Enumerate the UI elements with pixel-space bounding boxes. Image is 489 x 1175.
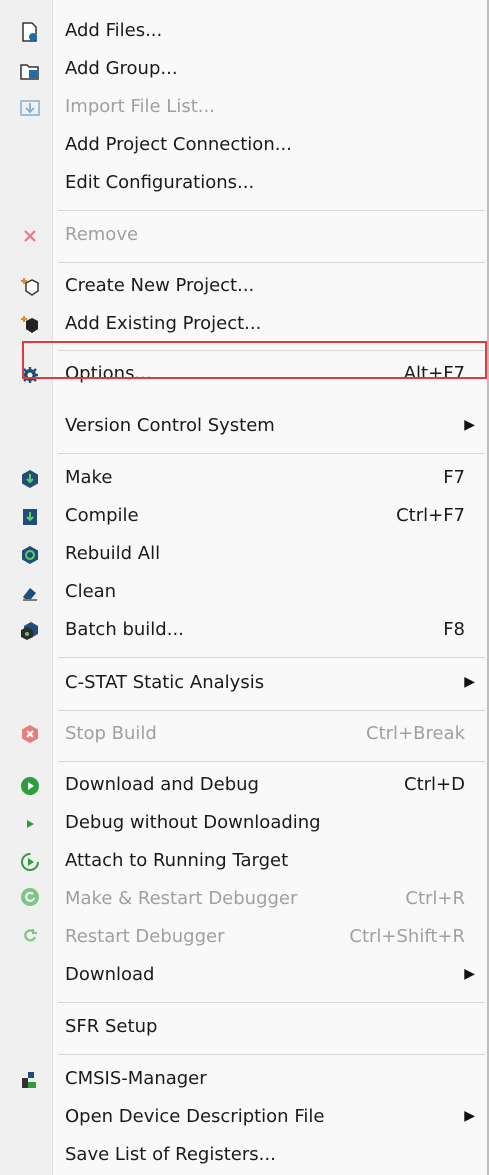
submenu-arrow-icon: ▶	[464, 1108, 475, 1124]
submenu-arrow-icon: ▶	[464, 966, 475, 982]
separator	[58, 262, 485, 263]
existing-project-icon	[20, 315, 40, 335]
menu-item-make-restart-debugger[interactable]: Make & Restart Debugger Ctrl+R	[0, 887, 487, 913]
cmsis-manager-label: CMSIS-Manager	[65, 1068, 207, 1089]
batch-build-shortcut: F8	[443, 619, 465, 640]
menu-item-remove[interactable]: Remove	[0, 223, 487, 249]
restart-debugger-label: Restart Debugger	[65, 926, 225, 947]
cmsis-icon	[20, 1070, 40, 1090]
separator	[58, 657, 485, 658]
edit-configurations-label: Edit Configurations...	[65, 172, 255, 193]
menu-item-create-new-project[interactable]: Create New Project...	[0, 274, 487, 300]
menu-item-debug-without-downloading[interactable]: Debug without Downloading	[0, 811, 487, 837]
make-icon	[20, 469, 40, 489]
sfr-setup-label: SFR Setup	[65, 1016, 158, 1037]
restart-debugger-shortcut: Ctrl+Shift+R	[349, 926, 465, 947]
add-group-label: Add Group...	[65, 58, 178, 79]
separator	[58, 453, 485, 454]
new-project-icon	[20, 277, 40, 297]
menu-item-clean[interactable]: Clean	[0, 580, 487, 606]
stop-build-shortcut: Ctrl+Break	[366, 723, 465, 744]
download-and-debug-label: Download and Debug	[65, 774, 259, 795]
add-group-icon	[20, 61, 40, 81]
menu-item-edit-configurations[interactable]: Edit Configurations...	[0, 171, 487, 197]
separator	[58, 761, 485, 762]
submenu-arrow-icon: ▶	[464, 674, 475, 690]
separator	[58, 1054, 485, 1055]
import-icon	[20, 98, 40, 118]
separator	[58, 210, 485, 211]
menu-item-cmsis-manager[interactable]: CMSIS-Manager	[0, 1067, 487, 1093]
attach-icon	[20, 852, 40, 872]
compile-label: Compile	[65, 505, 139, 526]
download-label: Download	[65, 964, 155, 985]
menu-item-import-file-list[interactable]: Import File List...	[0, 95, 487, 121]
menu-item-add-project-connection[interactable]: Add Project Connection...	[0, 133, 487, 159]
menu-item-make[interactable]: Make F7	[0, 466, 487, 492]
create-new-project-label: Create New Project...	[65, 275, 255, 296]
menu-item-c-stat[interactable]: C-STAT Static Analysis ▶	[0, 671, 487, 697]
make-restart-debugger-label: Make & Restart Debugger	[65, 888, 298, 909]
download-and-debug-shortcut: Ctrl+D	[404, 774, 465, 795]
add-files-label: Add Files...	[65, 20, 163, 41]
menu-item-restart-debugger[interactable]: Restart Debugger Ctrl+Shift+R	[0, 925, 487, 951]
debug-without-downloading-label: Debug without Downloading	[65, 812, 321, 833]
compile-shortcut: Ctrl+F7	[396, 505, 465, 526]
menu-item-open-device-description-file[interactable]: Open Device Description File ▶	[0, 1105, 487, 1131]
context-menu: Add Files... Add Group... Import File Li…	[0, 0, 489, 1175]
add-existing-project-label: Add Existing Project...	[65, 313, 262, 334]
eraser-icon	[20, 583, 40, 603]
batch-build-label: Batch build...	[65, 619, 184, 640]
add-project-connection-label: Add Project Connection...	[65, 134, 292, 155]
open-device-description-label: Open Device Description File	[65, 1106, 325, 1127]
menu-item-stop-build[interactable]: Stop Build Ctrl+Break	[0, 722, 487, 748]
compile-icon	[20, 507, 40, 527]
make-shortcut: F7	[443, 467, 465, 488]
menu-item-batch-build[interactable]: Batch build... F8	[0, 618, 487, 644]
small-play-icon	[20, 814, 40, 834]
stop-icon	[20, 724, 40, 744]
clean-label: Clean	[65, 581, 117, 602]
batch-build-icon	[20, 621, 40, 641]
make-restart-debugger-shortcut: Ctrl+R	[405, 888, 465, 909]
add-files-icon	[20, 22, 40, 42]
make-label: Make	[65, 467, 113, 488]
menu-item-attach-to-running-target[interactable]: Attach to Running Target	[0, 849, 487, 875]
menu-item-add-files[interactable]: Add Files...	[0, 19, 487, 45]
menu-item-compile[interactable]: Compile Ctrl+F7	[0, 504, 487, 530]
menu-item-download[interactable]: Download ▶	[0, 963, 487, 989]
menu-item-sfr-setup[interactable]: SFR Setup	[0, 1015, 487, 1041]
submenu-arrow-icon: ▶	[464, 417, 475, 433]
menu-item-rebuild-all[interactable]: Rebuild All	[0, 542, 487, 568]
menu-item-download-and-debug[interactable]: Download and Debug Ctrl+D	[0, 773, 487, 799]
c-stat-label: C-STAT Static Analysis	[65, 672, 265, 693]
version-control-label: Version Control System	[65, 415, 275, 436]
remove-label: Remove	[65, 224, 139, 245]
highlight-box	[22, 341, 487, 379]
import-file-list-label: Import File List...	[65, 96, 215, 117]
separator	[58, 710, 485, 711]
menu-item-add-group[interactable]: Add Group...	[0, 57, 487, 83]
separator	[58, 1002, 485, 1003]
rebuild-all-label: Rebuild All	[65, 543, 161, 564]
remove-icon	[20, 226, 40, 246]
attach-to-running-target-label: Attach to Running Target	[65, 850, 289, 871]
make-restart-icon	[20, 887, 40, 907]
save-list-of-registers-label: Save List of Registers...	[65, 1144, 276, 1165]
stop-build-label: Stop Build	[65, 723, 157, 744]
menu-item-version-control-system[interactable]: Version Control System ▶	[0, 414, 487, 440]
rebuild-icon	[20, 545, 40, 565]
play-icon	[20, 776, 40, 796]
menu-item-add-existing-project[interactable]: Add Existing Project...	[0, 312, 487, 338]
menu-item-save-list-of-registers[interactable]: Save List of Registers...	[0, 1143, 487, 1169]
restart-icon	[20, 925, 40, 945]
